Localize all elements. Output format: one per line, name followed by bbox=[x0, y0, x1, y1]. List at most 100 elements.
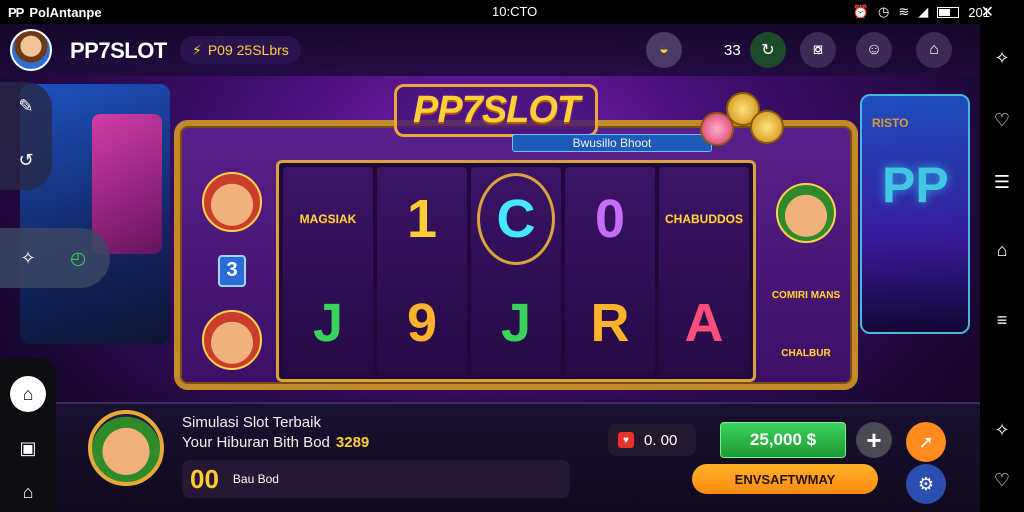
panel-subtitle: Your Hiburan Bith Bod 3289 bbox=[182, 434, 369, 451]
battery-icon bbox=[937, 6, 960, 18]
reel-1: MAGSIAK J bbox=[283, 167, 373, 375]
gift-icon: ◒ bbox=[659, 41, 669, 58]
reel-3: C J bbox=[471, 167, 561, 375]
favorite-button[interactable]: ♡ bbox=[990, 108, 1014, 132]
list-button[interactable]: ≡ bbox=[990, 308, 1014, 332]
reel-grid[interactable]: MAGSIAK J 1 9 C J 0 R CHABUDDOS A bbox=[276, 160, 756, 382]
notification-count: 33 bbox=[724, 42, 741, 59]
jackpot-label: Bau Bod bbox=[232, 472, 279, 486]
app-mark: PP bbox=[8, 4, 24, 20]
character-face-red-2 bbox=[202, 310, 262, 371]
puzzle-icon: ✧ bbox=[994, 47, 1010, 68]
plus-icon: + bbox=[866, 424, 882, 455]
house-icon: ⌂ bbox=[22, 481, 34, 502]
undo-icon: ↺ bbox=[18, 149, 34, 170]
camera-button[interactable]: ⧇ bbox=[800, 32, 836, 68]
game-logo: PP7SLOT bbox=[394, 84, 599, 137]
promo-pill-text: P09 25SLbrs bbox=[207, 42, 289, 58]
multiplier-badge: 3 bbox=[218, 254, 246, 287]
status-bar: PP PolAntanpe 10:CTO ⏰ ◷ ≋ ◢ 201 ✕ bbox=[0, 0, 1024, 24]
home-edit-button[interactable]: ✎ bbox=[8, 88, 44, 124]
status-clock: 10:CTO bbox=[492, 4, 538, 19]
store-button[interactable]: ⌂ bbox=[916, 32, 952, 68]
brand-title: PP7SLOT bbox=[70, 38, 167, 63]
heart-icon: ♥ bbox=[618, 432, 634, 448]
promo-pill[interactable]: ⚡ P09 25SLbrs bbox=[180, 36, 301, 64]
home-edit-icon: ✎ bbox=[18, 95, 34, 116]
share-button[interactable]: ➚ bbox=[906, 422, 946, 462]
gear-icon: ⚙ bbox=[917, 473, 935, 494]
chat-icon: ☺ bbox=[865, 41, 883, 58]
jackpot-box: 00 Bau Bod bbox=[182, 460, 570, 498]
right-character-column: COMIRI MANS CHALBUR bbox=[764, 160, 848, 382]
reel-symbol: 0 bbox=[594, 189, 626, 249]
right-label-1: COMIRI MANS bbox=[771, 289, 841, 301]
reel-4: 0 R bbox=[565, 167, 655, 375]
gift-button[interactable]: ◒ bbox=[646, 32, 682, 68]
flower-icon bbox=[700, 112, 734, 146]
reel-5: CHABUDDOS A bbox=[659, 167, 749, 375]
machine-pp-sign: PP bbox=[882, 157, 949, 213]
home-icon: ⌂ bbox=[996, 239, 1008, 260]
character-face-green bbox=[776, 183, 836, 244]
extensions-button[interactable]: ✧ bbox=[990, 418, 1014, 442]
machine-sign-text: RISTO bbox=[872, 116, 909, 130]
reel-symbol: J bbox=[500, 293, 532, 353]
spin-value-button[interactable]: 25,000 $ bbox=[720, 422, 846, 458]
close-icon[interactable]: ✕ bbox=[981, 2, 994, 22]
reel-symbol: J bbox=[312, 293, 344, 353]
menu-button[interactable]: ☰ bbox=[990, 170, 1014, 194]
lightning-icon: ⚡ bbox=[192, 41, 202, 58]
home-nav-button[interactable]: ⌂ bbox=[990, 238, 1014, 262]
timer-icon: ◴ bbox=[70, 247, 86, 268]
plus-button[interactable]: + bbox=[856, 422, 892, 458]
signal-icon: ◢ bbox=[918, 4, 929, 19]
reel-symbol: MAGSIAK bbox=[299, 212, 357, 226]
puzzle-icon: ✧ bbox=[20, 247, 36, 268]
autoplay-button[interactable]: ENVSAFTWMAY bbox=[692, 464, 878, 494]
left-rail-top: ✎ ↺ bbox=[0, 82, 52, 190]
jackpot-digits: 00 bbox=[190, 463, 219, 494]
left-character-column: 3 bbox=[190, 160, 274, 382]
gallery-button[interactable]: ▣ bbox=[10, 430, 46, 466]
player-avatar[interactable] bbox=[88, 410, 164, 486]
camera-icon: ⧇ bbox=[812, 41, 824, 58]
right-nav-strip: ✧ ♡ ☰ ⌂ ≡ ✧ ♡ bbox=[980, 24, 1024, 512]
coin-icon bbox=[750, 110, 784, 144]
house-button[interactable]: ⌂ bbox=[10, 474, 46, 510]
undo-button[interactable]: ↺ bbox=[8, 142, 44, 178]
right-label-2: CHALBUR bbox=[781, 347, 831, 359]
user-avatar[interactable] bbox=[10, 29, 52, 71]
background-machine-left-sign bbox=[92, 114, 162, 254]
panel-subtitle-text: Your Hiburan Bith Bod bbox=[182, 434, 330, 451]
reel-symbol: 1 bbox=[406, 189, 438, 249]
menu-icon: ☰ bbox=[993, 171, 1011, 192]
game-stage: RISTO PP PP7SLOT ⚡ P09 25SLbrs ◒ 33 ↻ ⧇ … bbox=[0, 24, 980, 512]
wifi-icon: ≋ bbox=[898, 4, 910, 19]
extension-icon: ✧ bbox=[994, 419, 1010, 440]
puzzle-nav-button[interactable]: ✧ bbox=[990, 46, 1014, 70]
heart-icon: ♡ bbox=[993, 109, 1011, 130]
clock-icon: ◷ bbox=[878, 4, 890, 19]
background-machine-right: RISTO PP bbox=[860, 94, 970, 334]
timer-button[interactable]: ◴ bbox=[60, 240, 96, 276]
alarm-icon: ⏰ bbox=[852, 4, 870, 19]
reel-symbol: R bbox=[590, 293, 630, 353]
balance-box: ♥ 0. 00 bbox=[608, 424, 696, 456]
home-button[interactable]: ⌂ bbox=[10, 376, 46, 412]
reel-symbol: C bbox=[477, 173, 555, 265]
slot-machine: 3 MAGSIAK J 1 9 C J 0 R CHABUDDOS A COMI… bbox=[174, 120, 858, 390]
panel-subtitle-highlight: 3289 bbox=[335, 434, 370, 451]
refresh-button[interactable]: ↻ bbox=[750, 32, 786, 68]
chat-button[interactable]: ☺ bbox=[856, 32, 892, 68]
character-face-red bbox=[202, 171, 262, 232]
left-rail-mid: ✧ ◴ bbox=[0, 228, 110, 288]
coin-pile bbox=[680, 88, 790, 148]
puzzle-button[interactable]: ✧ bbox=[10, 240, 46, 276]
settings-button[interactable]: ⚙ bbox=[906, 464, 946, 504]
bookmark-button[interactable]: ♡ bbox=[990, 468, 1014, 492]
list-icon: ≡ bbox=[996, 309, 1008, 330]
share-icon: ➚ bbox=[918, 431, 934, 452]
top-bar: PP7SLOT ⚡ P09 25SLbrs ◒ 33 ↻ ⧇ ☺ ⌂ bbox=[0, 24, 980, 76]
store-icon: ⌂ bbox=[929, 41, 939, 58]
